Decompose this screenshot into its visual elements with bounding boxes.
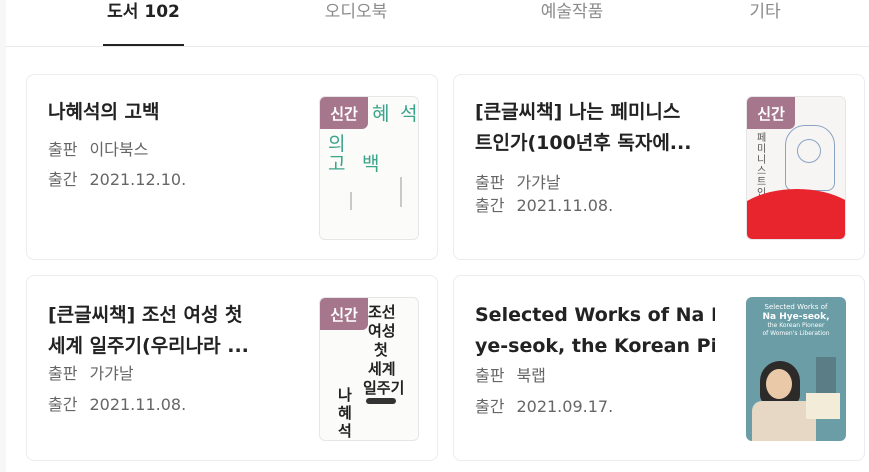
- tab-audiobooks[interactable]: 오디오북: [306, 0, 406, 46]
- cover-text: of Women's Liberation: [762, 330, 830, 337]
- cover-char: 혜: [372, 103, 390, 125]
- cover-text: 석: [338, 422, 352, 440]
- publisher-value: 이다북스: [89, 140, 149, 159]
- book-cover[interactable]: 신간 혜 석 의 고 백: [319, 96, 419, 240]
- new-badge: 신간: [320, 97, 368, 129]
- pubdate-label: 출간: [475, 196, 505, 215]
- book-publisher: 출판 이다북스: [48, 136, 148, 160]
- cover-text: 첫: [374, 341, 388, 359]
- cover-text: 여성: [368, 322, 396, 340]
- cover-title-block: Selected Works of Na Hye-seok, the Korea…: [752, 303, 840, 338]
- book-date: 출간 2021.11.08.: [475, 192, 613, 216]
- cover-char: 석: [400, 103, 418, 125]
- cover-illustration: [797, 139, 821, 163]
- book-title-line: [큰글씨책] 조선 여성 첫: [48, 304, 243, 326]
- pubdate-value: 2021.12.10.: [89, 170, 187, 189]
- book-publisher: 출판 가갸날: [48, 360, 134, 384]
- cover-char: 고: [328, 153, 346, 175]
- publisher-label: 출판: [475, 366, 505, 385]
- tab-etc[interactable]: 기타: [730, 0, 800, 46]
- pubdate-value: 2021.11.08.: [516, 196, 614, 215]
- cover-decoration: [400, 177, 402, 207]
- active-tab-indicator: [103, 44, 184, 46]
- cover-text: the Korean Pioneer: [767, 322, 825, 329]
- book-title-line: 세계 일주기(우리나라 ...: [48, 335, 249, 357]
- cover-illustration: [806, 393, 840, 419]
- book-publisher: 출판 북랩: [475, 362, 546, 386]
- book-card[interactable]: [큰글씨책] 나는 페미니스 트인가(100년후 독자에... 출판 가갸날 출간…: [453, 74, 865, 260]
- cover-text: 세계: [368, 360, 396, 378]
- publisher-label: 출판: [475, 173, 505, 192]
- cover-decoration: [366, 398, 396, 404]
- book-date: 출간 2021.09.17.: [475, 393, 613, 417]
- book-title-line: Selected Works of Na H: [475, 304, 715, 326]
- cover-red-sun: [747, 189, 845, 239]
- book-title-line: 트인가(100년후 독자에...: [475, 132, 692, 154]
- pubdate-label: 출간: [475, 397, 505, 416]
- book-date: 출간 2021.12.10.: [48, 166, 186, 190]
- publisher-value: 가갸날: [516, 173, 561, 192]
- category-tabs: 도서 102 오디오북 예술작품 기타: [6, 0, 869, 47]
- pubdate-value: 2021.09.17.: [516, 397, 614, 416]
- publisher-label: 출판: [48, 364, 78, 383]
- cover-decoration: [350, 192, 352, 210]
- cover-text: Na Hye-seok,: [762, 312, 830, 322]
- book-card[interactable]: 나혜석의 고백 출판 이다북스 출간 2021.12.10. 신간 혜 석 의 고 …: [26, 74, 438, 260]
- book-publisher: 출판 가갸날: [475, 169, 561, 193]
- book-card[interactable]: Selected Works of Na H ye-seok, the Kore…: [453, 275, 865, 461]
- new-badge: 신간: [320, 298, 368, 330]
- tab-books-count: 102: [144, 2, 180, 22]
- book-title-line: ye-seok, the Korean Pi...: [475, 335, 715, 357]
- pubdate-value: 2021.11.08.: [89, 395, 187, 414]
- book-title: [큰글씨책] 조선 여성 첫 세계 일주기(우리나라 ...: [48, 300, 288, 362]
- content-panel: 도서 102 오디오북 예술작품 기타 나혜석의 고백 출판 이다북스 출간 202…: [6, 0, 869, 472]
- book-date: 출간 2021.11.08.: [48, 391, 186, 415]
- book-cover[interactable]: Selected Works of Na Hye-seok, the Korea…: [746, 297, 846, 441]
- book-title-line: [큰글씨책] 나는 페미니스: [475, 101, 681, 123]
- book-cover[interactable]: 신간 페미니스트인가: [746, 96, 846, 240]
- tab-audiobooks-label: 오디오북: [324, 2, 388, 22]
- new-badge: 신간: [747, 97, 795, 129]
- cover-text: 일주기: [363, 379, 405, 397]
- book-title: [큰글씨책] 나는 페미니스 트인가(100년후 독자에...: [475, 97, 715, 159]
- cover-text: Selected Works of: [764, 303, 828, 311]
- book-title: Selected Works of Na H ye-seok, the Kore…: [475, 300, 715, 362]
- publisher-value: 북랩: [516, 366, 546, 385]
- cover-illustration: [766, 369, 792, 399]
- book-cover[interactable]: 신간 조선 여성 첫 세계 일주기 나 혜 석: [319, 297, 419, 441]
- book-title: 나혜석의 고백: [48, 101, 160, 123]
- pubdate-label: 출간: [48, 170, 78, 189]
- cover-illustration: [816, 357, 836, 393]
- tab-artworks[interactable]: 예술작품: [522, 0, 622, 46]
- tab-etc-label: 기타: [749, 2, 781, 22]
- cover-char: 백: [362, 153, 380, 175]
- tab-artworks-label: 예술작품: [540, 2, 604, 22]
- cover-text: 조선: [368, 303, 396, 321]
- publisher-label: 출판: [48, 140, 78, 159]
- tab-books-label: 도서: [107, 2, 139, 22]
- pubdate-label: 출간: [48, 395, 78, 414]
- publisher-value: 가갸날: [89, 364, 134, 383]
- tab-books[interactable]: 도서 102: [103, 0, 184, 46]
- book-card[interactable]: [큰글씨책] 조선 여성 첫 세계 일주기(우리나라 ... 출판 가갸날 출간 2…: [26, 275, 438, 461]
